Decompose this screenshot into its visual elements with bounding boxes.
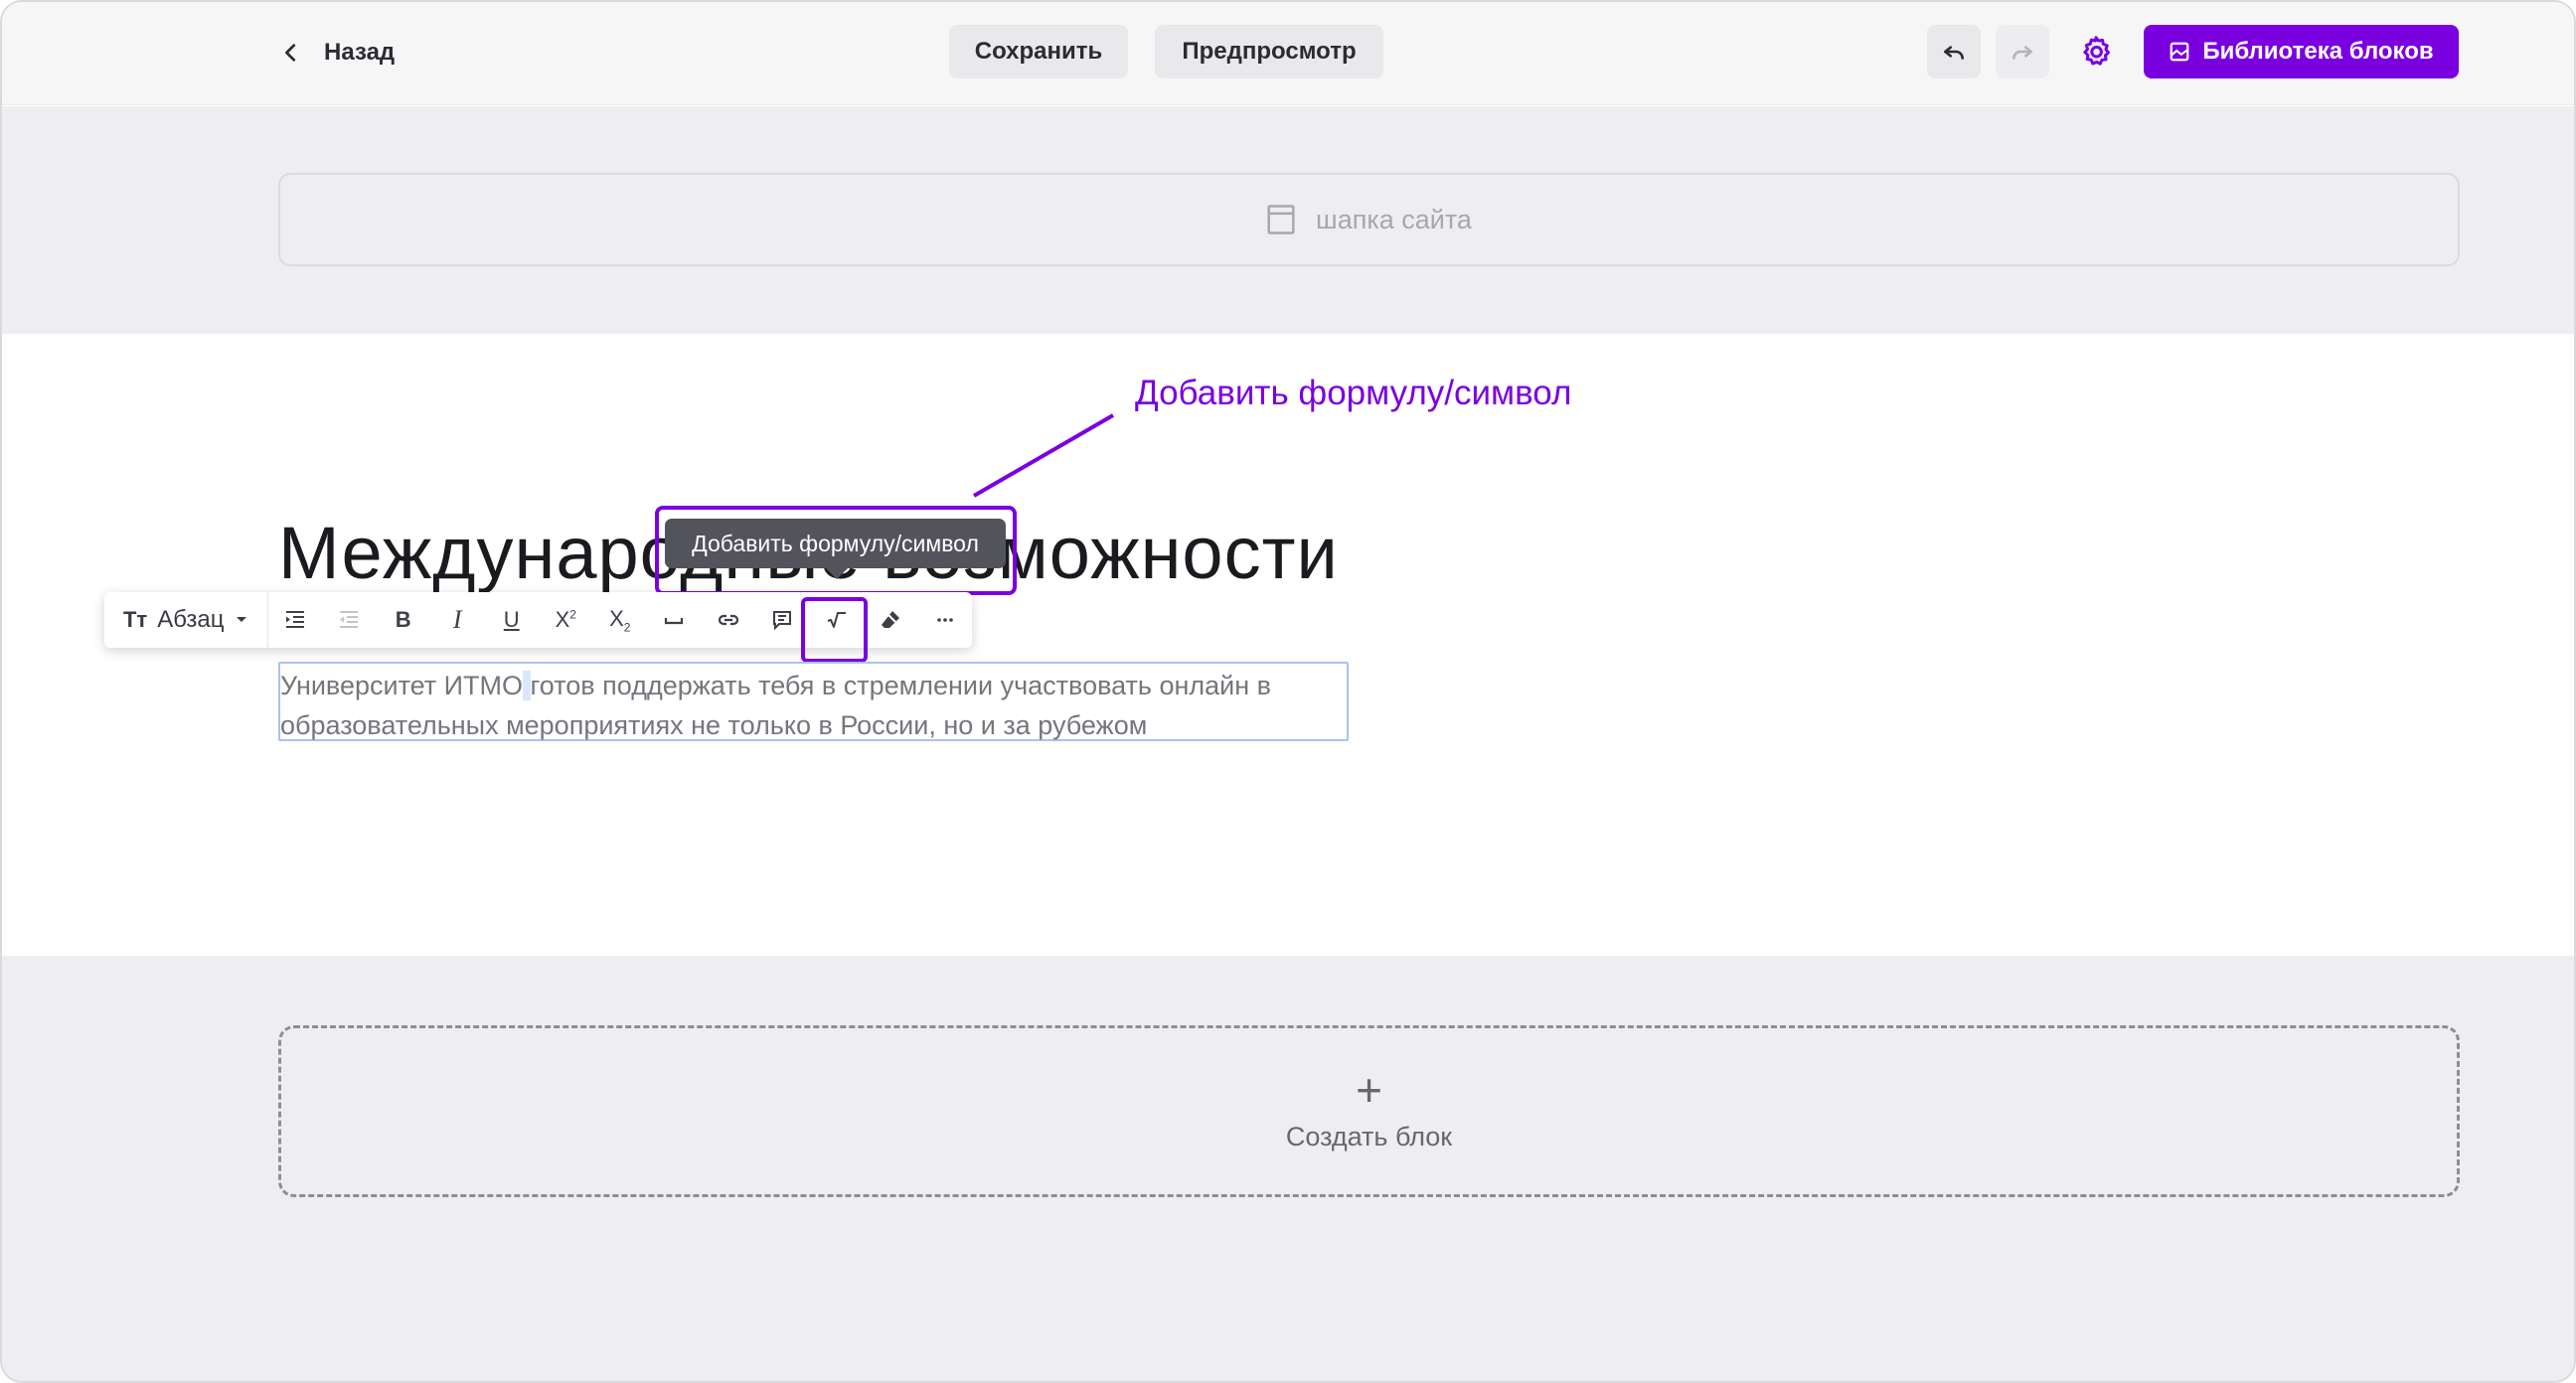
top-bar: Назад Сохранить Предпросмотр Библиотека … [2,2,2574,105]
content-area: Добавить формулу/символ Международные во… [2,334,2574,956]
footer-zone: + Создать блок [2,956,2574,1381]
caret-down-icon [236,617,246,622]
underline-icon: U [503,607,520,632]
paragraph-style-select[interactable]: Tт Абзац [104,592,268,648]
gear-icon [2083,36,2110,66]
link-icon [718,614,738,626]
more-button[interactable] [918,592,973,648]
more-icon [936,618,953,622]
bold-button[interactable]: B [377,592,431,648]
plus-icon: + [1356,1064,1382,1116]
comment-icon [773,611,792,631]
formula-button-highlight [801,597,868,663]
back-button[interactable]: Назад [280,30,395,76]
annotation-callout: Добавить формулу/символ [1135,374,1572,412]
settings-button[interactable] [2069,25,2123,78]
text-line-1-end: готов поддержать тебя в стремлении участ… [530,671,1272,700]
underline-button[interactable]: U [485,592,540,648]
back-label: Назад [324,39,396,66]
clear-format-button[interactable] [864,592,918,648]
chevron-left-icon [285,44,296,62]
outdent-button[interactable] [322,592,377,648]
italic-button[interactable]: I [430,592,485,648]
indent-icon [285,611,304,628]
undo-button[interactable] [1927,25,1981,78]
header-zone: шапка сайта [2,106,2574,334]
tooltip-arrow [826,568,848,579]
paragraph-style-label: Абзац [157,606,225,633]
eraser-icon [882,611,900,628]
save-button[interactable]: Сохранить [949,25,1128,78]
undo-icon [1944,46,1964,60]
redo-button[interactable] [1996,25,2049,78]
create-block-button[interactable]: + Создать блок [278,1025,2460,1197]
nbsp-icon [665,618,684,625]
block-library-button[interactable]: Библиотека блоков [2144,25,2459,78]
site-header-block[interactable]: шапка сайта [278,173,2460,266]
text-line-1: Университет ИТМО готов поддержать тебя в… [280,666,1347,705]
link-button[interactable] [702,592,756,648]
text-line-1-start: Университет ИТМО [280,671,524,700]
outdent-icon [340,611,359,628]
block-library-label: Библиотека блоков [2202,38,2434,65]
create-block-label: Создать блок [1285,1122,1453,1152]
text-block[interactable]: Университет ИТМО готов поддержать тебя в… [278,662,1349,741]
redo-icon [2012,46,2032,60]
subscript-icon: X2 [609,605,631,635]
page-icon [1267,205,1295,234]
subscript-button[interactable]: X2 [593,592,648,648]
text-caret [523,671,531,700]
text-size-icon: Tт [122,607,148,632]
callout-line [972,413,1115,498]
editor-window: Назад Сохранить Предпросмотр Библиотека … [0,0,2576,1383]
nbsp-button[interactable] [647,592,702,648]
superscript-button[interactable]: X2 [539,592,593,648]
indent-button[interactable] [268,592,323,648]
tooltip: Добавить формулу/символ [665,519,1006,568]
preview-button[interactable]: Предпросмотр [1155,25,1383,78]
text-line-2: образовательных мероприятиях не только в… [280,710,1148,740]
italic-icon: I [452,605,462,634]
image-icon [2170,42,2189,62]
site-header-label: шапка сайта [1316,204,1472,234]
bold-icon: B [395,607,411,632]
superscript-icon: X2 [555,607,576,632]
